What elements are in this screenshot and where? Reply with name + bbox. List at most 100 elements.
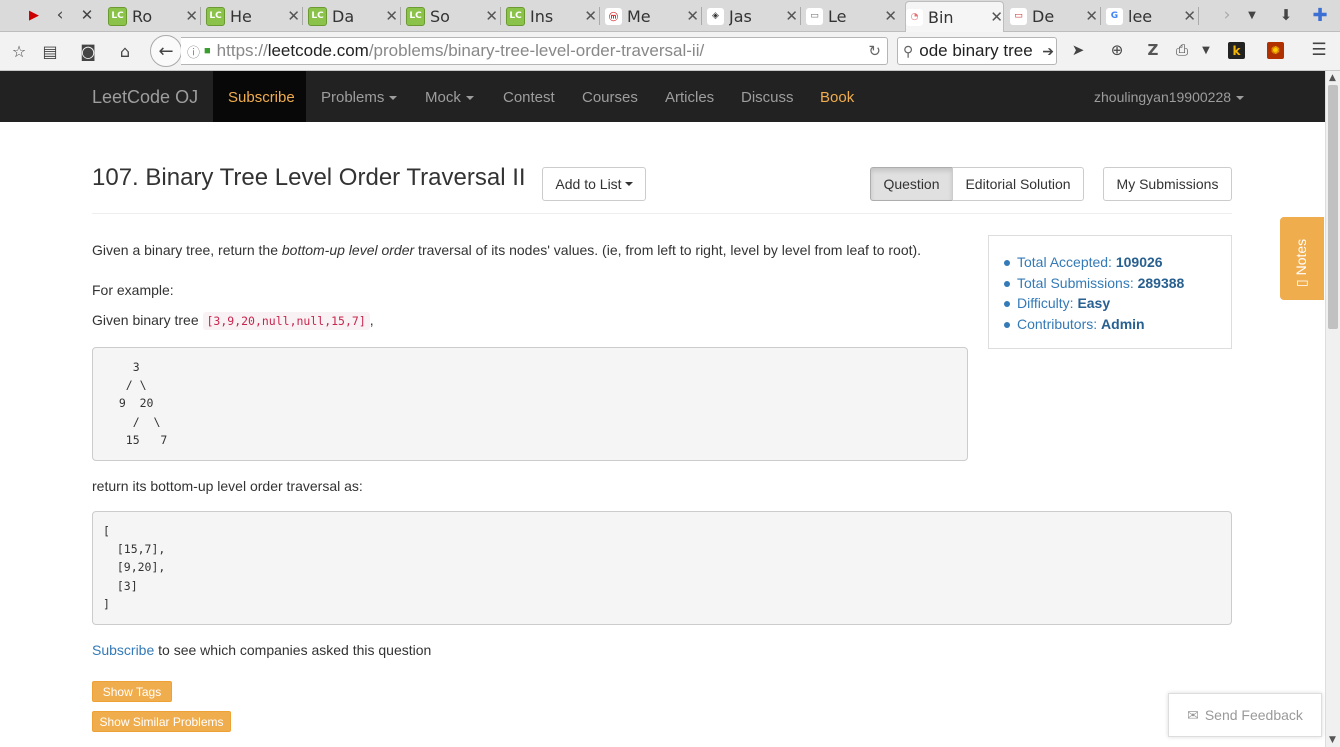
scroll-down-icon[interactable]: ▼ (1329, 735, 1336, 745)
code-line: [15,7], (103, 542, 166, 556)
browser-tab[interactable]: ▭ Le ✕ (806, 3, 897, 29)
pocket-icon[interactable]: ◙ (74, 37, 102, 65)
browser-tab[interactable]: ◈ Jas ✕ (707, 3, 798, 29)
desc-text-1: Given a binary tree, return the (92, 242, 282, 258)
notes-tab[interactable]: ▯ Notes (1280, 217, 1324, 300)
caret-down-icon (389, 96, 398, 101)
code-line: 9 20 (105, 396, 154, 410)
back-button[interactable]: ← (150, 35, 182, 67)
tab-list-dropdown-icon[interactable]: ▼ (1242, 5, 1262, 25)
browser-tab[interactable]: LC He ✕ (206, 3, 300, 29)
tab-close-icon[interactable]: ✕ (485, 7, 498, 25)
add-to-list-button[interactable]: Add to List (542, 167, 646, 201)
browser-tab[interactable]: LC Da ✕ (308, 3, 398, 29)
home-icon[interactable]: ⌂ (111, 37, 139, 65)
audio-playing-icon[interactable]: ▶ (24, 5, 44, 25)
tab-separator (302, 7, 303, 25)
downloads-icon[interactable]: ⬇ (1276, 5, 1296, 25)
problem-stats-panel: Total Accepted: 109026 Total Submissions… (988, 235, 1232, 349)
tab-close-icon[interactable]: ✕ (584, 7, 597, 25)
contributor-link[interactable]: Admin (1101, 316, 1145, 332)
show-similar-problems-button[interactable]: Show Similar Problems (92, 711, 231, 732)
desc-emphasis: bottom-up level order (281, 242, 415, 258)
tab-close-icon[interactable]: ✕ (785, 7, 798, 25)
send-feedback-button[interactable]: ✉ Send Feedback (1168, 693, 1322, 737)
tab-separator (1100, 7, 1101, 25)
browser-tab[interactable]: LC Ins ✕ (506, 3, 597, 29)
search-field[interactable]: ⚲ ode binary tree ➔ (897, 37, 1057, 65)
browser-tab[interactable]: ▭ De ✕ (1010, 3, 1098, 29)
tab-favicon-icon: ◈ (707, 7, 724, 25)
send-tab-icon[interactable]: ➤ (1068, 40, 1088, 60)
tab-close-icon[interactable]: ✕ (1183, 7, 1196, 25)
scrollbar-thumb[interactable] (1328, 85, 1338, 329)
browser-tab-title: Bin (928, 7, 954, 27)
tab-favicon-icon: LC (308, 6, 327, 26)
sun-extension-icon[interactable]: ✺ (1267, 42, 1284, 59)
nav-discuss[interactable]: Discuss (741, 89, 794, 106)
url-path: /problems/binary-tree-level-order-traver… (368, 41, 705, 60)
show-tags-button[interactable]: Show Tags (92, 681, 172, 702)
hamburger-menu-icon[interactable]: ☰ (1309, 40, 1329, 60)
nav-problems-label: Problems (321, 89, 385, 106)
nav-contest[interactable]: Contest (503, 89, 555, 106)
tab-close-icon[interactable]: ✕ (385, 7, 398, 25)
tab-separator (200, 7, 201, 25)
nav-subscribe[interactable]: Subscribe (228, 89, 295, 106)
leetcode-navbar: LeetCode OJ Subscribe Problems Mock Cont… (0, 71, 1325, 122)
bookmark-star-icon[interactable]: ☆ (5, 37, 33, 65)
bullet-icon (1004, 301, 1010, 307)
tab-scroll-right-icon[interactable]: › (1217, 5, 1237, 25)
nav-articles[interactable]: Articles (665, 89, 714, 106)
nav-mock[interactable]: Mock (425, 89, 474, 106)
url-host: leetcode.com (267, 41, 369, 60)
divider (92, 213, 1232, 214)
mail-icon: ✉ (1187, 706, 1199, 723)
tab-close-icon[interactable]: ✕ (185, 7, 198, 25)
tab-separator (400, 7, 401, 25)
nav-user-menu[interactable]: zhoulingyan19900228 (1094, 89, 1245, 105)
browser-tab-title: Da (332, 6, 355, 26)
tab-favicon-icon: ▭ (806, 7, 823, 25)
nav-username: zhoulingyan19900228 (1094, 89, 1232, 105)
tab-close-icon[interactable]: ✕ (884, 7, 897, 25)
tab-close-icon[interactable]: ✕ (1085, 7, 1098, 25)
nav-problems[interactable]: Problems (321, 89, 398, 106)
keepa-extension-icon[interactable]: k (1228, 42, 1245, 59)
code-line: [ (103, 524, 110, 538)
scroll-up-icon[interactable]: ▲ (1329, 73, 1336, 83)
browser-tab[interactable]: LC Ro ✕ (108, 3, 198, 29)
stat-total-submissions: Total Submissions: 289388 (1004, 275, 1184, 291)
search-go-icon[interactable]: ➔ (1042, 43, 1054, 60)
tab-favicon-icon: ▭ (1010, 7, 1027, 25)
code-line: / \ (105, 378, 147, 392)
browser-tab[interactable]: Glee ✕ (1106, 3, 1196, 29)
tab-close-icon[interactable]: ✕ (77, 5, 97, 25)
site-info-icon[interactable]: ⓘ (187, 42, 200, 61)
nav-courses[interactable]: Courses (582, 89, 638, 106)
zotero-icon[interactable]: Z (1143, 40, 1163, 60)
reload-icon[interactable]: ↻ (868, 42, 881, 60)
tab-close-icon[interactable]: ✕ (686, 7, 699, 25)
browser-tab[interactable]: ⓜ Me ✕ (605, 3, 699, 29)
browser-tab[interactable]: ◔ Bin ✕ (905, 1, 1004, 32)
tab-editorial-solution[interactable]: Editorial Solution (952, 167, 1084, 201)
tab-question[interactable]: Question (870, 167, 953, 201)
page-scrollbar[interactable]: ▲ ▼ (1325, 71, 1340, 747)
printer-icon[interactable]: ⎙ (1172, 40, 1192, 60)
browser-tab[interactable]: LC So ✕ (406, 3, 498, 29)
brand-logo[interactable]: LeetCode OJ (92, 87, 198, 108)
printer-dropdown-icon[interactable]: ▼ (1196, 40, 1216, 60)
notes-icon: ▯ (1293, 275, 1309, 287)
extension-icon[interactable]: ✚ (1310, 5, 1330, 26)
tab-close-icon[interactable]: ✕ (990, 8, 1003, 26)
tab-separator (599, 7, 600, 25)
subscribe-link[interactable]: Subscribe (92, 642, 154, 658)
tab-close-icon[interactable]: ✕ (287, 7, 300, 25)
tab-scroll-left-icon[interactable]: ‹ (50, 5, 70, 25)
reading-list-icon[interactable]: ▤ (36, 37, 64, 65)
nav-book[interactable]: Book (820, 89, 854, 106)
my-submissions-button[interactable]: My Submissions (1103, 167, 1232, 201)
globe-extension-icon[interactable]: ⊕ (1107, 40, 1127, 60)
address-bar[interactable]: ⓘ ■ https://leetcode.com/problems/binary… (181, 37, 888, 65)
